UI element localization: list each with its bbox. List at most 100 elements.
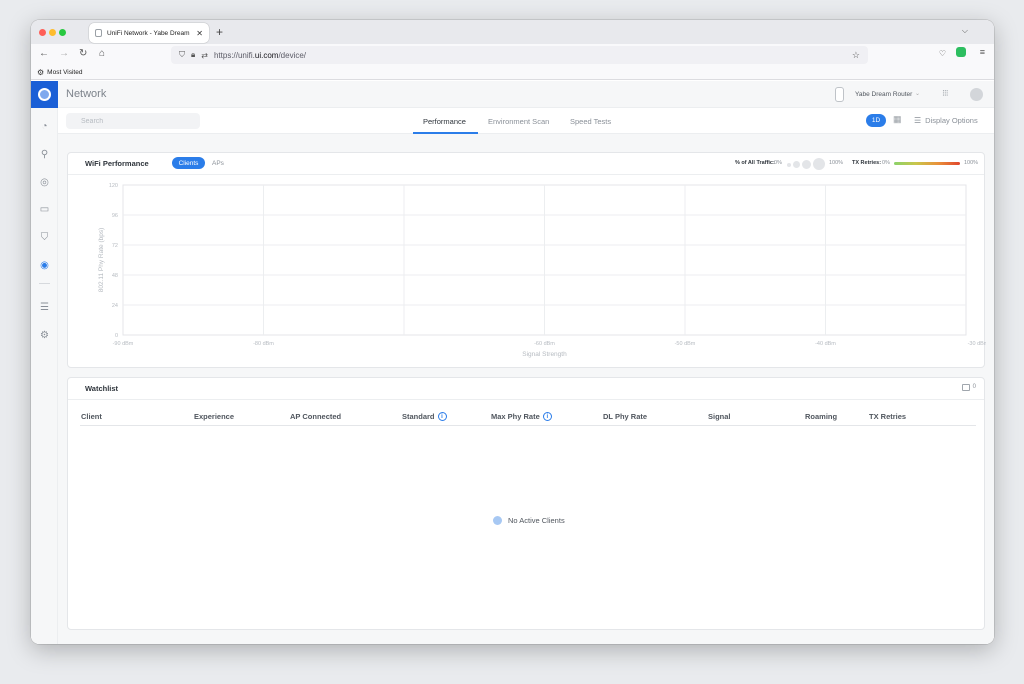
column-client[interactable]: Client [81, 412, 102, 421]
minimize-window-button[interactable] [49, 29, 56, 36]
security-icon[interactable]: ⛉ [37, 230, 52, 245]
app-header: Network Yabe Dream Router ⌄ ⁝⁝⁝ [58, 81, 994, 108]
forward-arrow-icon[interactable]: → [59, 48, 69, 59]
y-tick-label: 120 [109, 183, 118, 189]
column-dl-phy-rate[interactable]: DL Phy Rate [603, 412, 647, 421]
topology-icon[interactable]: ⚲ [37, 147, 52, 162]
traffic-legend-max: 100% [829, 160, 844, 166]
column-tx-retries[interactable]: TX Retries [869, 412, 906, 421]
evernote-extension-icon[interactable] [956, 47, 966, 57]
close-tab-icon[interactable]: ✕ [196, 29, 203, 38]
segment-clients-button[interactable]: Clients [172, 157, 205, 169]
app-title: Network [66, 88, 107, 100]
display-options-button[interactable]: ☰ Display Options [914, 116, 978, 125]
lock-icon[interactable]: 🔒︎ [191, 50, 195, 60]
column-signal[interactable]: Signal [708, 412, 731, 421]
url-bar[interactable]: ⛉ 🔒︎ ⇄ https://unifi.ui.com/device/ ☆ [171, 46, 868, 64]
chevron-down-icon[interactable]: ⌵ [962, 26, 968, 36]
bookmarks-bar: ⚙ Most Visited [31, 66, 994, 80]
chevron-down-icon[interactable]: ⌄ [915, 90, 920, 97]
y-tick-label: 72 [112, 243, 118, 249]
browser-tab[interactable]: UniFi Network - Yabe Dream Ro ✕ [89, 23, 209, 43]
legend-dot [802, 160, 811, 169]
column-ap-connected[interactable]: AP Connected [290, 412, 341, 421]
system-log-icon[interactable]: ☰ [37, 300, 52, 315]
export-icon[interactable] [962, 384, 970, 391]
y-tick-label: 24 [112, 303, 118, 309]
zoom-window-button[interactable] [59, 29, 66, 36]
retries-legend-label: TX Retries: [852, 160, 882, 166]
apps-grid-icon[interactable]: ⁝⁝⁝ [942, 88, 949, 99]
info-icon[interactable]: i [437, 412, 447, 421]
search-input[interactable] [66, 113, 200, 129]
home-icon[interactable]: ⌂ [99, 48, 105, 59]
column-roaming[interactable]: Roaming [805, 412, 837, 421]
card-title: WiFi Performance [85, 159, 149, 168]
legend-dot [787, 163, 791, 167]
legend-dot [793, 161, 800, 168]
x-tick-label: -60 dBm [534, 341, 555, 347]
x-tick-label: -30 dBm [968, 341, 986, 347]
info-icon[interactable]: i [542, 412, 552, 421]
table-header-divider [80, 425, 976, 426]
page-favicon-icon [95, 29, 102, 37]
device-selector[interactable]: Yabe Dream Router [855, 91, 912, 98]
clients-icon[interactable]: ▭ [37, 202, 52, 217]
wifi-performance-card: WiFi Performance Clients APs % of All Tr… [67, 152, 986, 368]
card-divider [68, 399, 984, 400]
unifi-logo[interactable] [31, 81, 58, 108]
column-max-phy-rate[interactable]: Max Phy Rate i [491, 412, 552, 421]
empty-state-message: No Active Clients [508, 516, 565, 525]
reload-icon[interactable]: ↻ [79, 48, 87, 59]
unifi-app: ◔ ⚲ ◎ ▭ ⛉ ◉ ☰ ⚙ Network Yabe Dream Route… [31, 81, 994, 644]
traffic-legend-min: 0% [774, 160, 782, 166]
display-options-label: Display Options [925, 116, 978, 125]
calendar-icon[interactable]: ▦ [893, 114, 902, 125]
pocket-icon[interactable]: ♡ [939, 49, 946, 58]
watchlist-count: 0 [972, 384, 976, 390]
new-tab-icon[interactable]: + [216, 25, 223, 39]
url-text[interactable]: https://unifi.ui.com/device/ [214, 51, 306, 60]
sidebar: ◔ ⚲ ◎ ▭ ⛉ ◉ ☰ ⚙ [31, 81, 58, 644]
permissions-icon[interactable]: ⇄ [201, 51, 208, 60]
x-tick-label: -40 dBm [815, 341, 836, 347]
segment-aps-button[interactable]: APs [212, 160, 224, 167]
browser-window: UniFi Network - Yabe Dream Ro ✕ + ⌵ ← → … [31, 20, 994, 644]
sub-header: ⌕ Performance Environment Scan Speed Tes… [58, 108, 994, 134]
back-arrow-icon[interactable]: ← [39, 48, 49, 59]
range-1d-button[interactable]: 1D [866, 114, 886, 127]
empty-state-icon [493, 516, 502, 525]
tab-speed-tests[interactable]: Speed Tests [570, 117, 611, 126]
signal-phy-rate-chart: 0 24 48 72 96 120 -90 dBm -80 dBm -60 dBm -50 dBm… [98, 183, 986, 358]
watchlist-card: Watchlist 0 Client Experience AP Connect… [67, 377, 985, 630]
tab-performance[interactable]: Performance [423, 117, 466, 126]
card-title: Watchlist [85, 384, 119, 393]
column-standard[interactable]: Standard i [402, 412, 447, 421]
browser-tab-bar: UniFi Network - Yabe Dream Ro ✕ + ⌵ [31, 20, 994, 44]
gear-icon: ⚙ [37, 68, 45, 77]
browser-tab-title: UniFi Network - Yabe Dream Ro [107, 29, 192, 37]
retries-legend-min: 0% [882, 160, 890, 166]
logo-icon [38, 88, 51, 101]
y-tick-label: 96 [112, 213, 118, 219]
y-tick-label: 0 [115, 333, 118, 339]
avatar[interactable] [970, 88, 983, 101]
sidebar-divider [39, 283, 50, 284]
x-tick-label: -90 dBm [113, 341, 134, 347]
close-window-button[interactable] [39, 29, 46, 36]
browser-toolbar: ← → ↻ ⌂ ⛉ 🔒︎ ⇄ https://unifi.ui.com/devi… [31, 44, 994, 66]
devices-icon[interactable]: ◎ [37, 175, 52, 190]
bookmark-star-icon[interactable]: ☆ [852, 50, 860, 61]
empty-state: No Active Clients [493, 516, 565, 525]
dashboard-icon[interactable]: ◔ [37, 119, 52, 134]
bookmark-most-visited[interactable]: Most Visited [47, 69, 82, 76]
y-tick-label: 48 [112, 273, 118, 279]
wifi-insights-icon[interactable]: ◉ [37, 258, 52, 273]
tab-environment-scan[interactable]: Environment Scan [488, 117, 549, 126]
settings-icon[interactable]: ⚙ [37, 328, 52, 343]
menu-icon[interactable]: ≡ [980, 47, 985, 57]
main-content: WiFi Performance Clients APs % of All Tr… [58, 134, 994, 644]
column-experience[interactable]: Experience [194, 412, 234, 421]
shield-icon[interactable]: ⛉ [179, 50, 185, 60]
x-tick-label: -80 dBm [253, 341, 274, 347]
